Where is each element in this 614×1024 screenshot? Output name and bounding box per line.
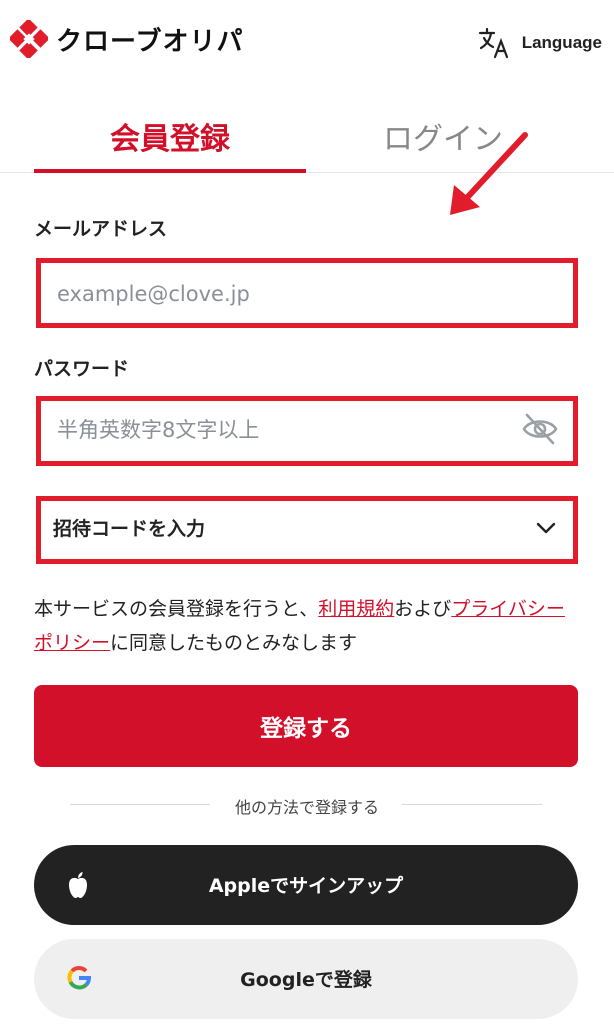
- language-button[interactable]: Language: [478, 26, 602, 60]
- logo[interactable]: クローブオリパ: [10, 20, 243, 58]
- register-button[interactable]: 登録する: [34, 685, 578, 767]
- chevron-down-icon: [536, 522, 556, 534]
- apple-button-label: Appleでサインアップ: [208, 875, 404, 897]
- active-tab-indicator: [34, 169, 306, 173]
- red-arrow-icon: [450, 132, 528, 215]
- email-input[interactable]: [55, 263, 519, 325]
- email-field-wrapper: [36, 258, 578, 328]
- terms-middle: および: [394, 598, 452, 620]
- terms-notice: 本サービスの会員登録を行うと、利用規約およびプライバシーポリシーに同意したものと…: [34, 592, 582, 660]
- email-label: メールアドレス: [34, 218, 168, 240]
- translate-icon: [478, 27, 508, 59]
- password-label: パスワード: [34, 358, 130, 380]
- password-field-wrapper: [36, 396, 578, 466]
- apple-signup-button[interactable]: Appleでサインアップ: [34, 845, 578, 925]
- language-label: Language: [521, 33, 602, 52]
- logo-text: クローブオリパ: [56, 26, 244, 57]
- eye-off-icon[interactable]: [521, 411, 559, 447]
- google-button-label: Googleで登録: [240, 969, 372, 991]
- clove-logo-icon: [10, 20, 48, 58]
- google-signup-button[interactable]: Googleで登録: [34, 939, 578, 1019]
- terms-of-service-link[interactable]: 利用規約: [318, 598, 394, 620]
- register-button-label: 登録する: [260, 716, 352, 742]
- header: クローブオリパ Language: [0, 0, 614, 90]
- other-methods-label: 他の方法で登録する: [234, 798, 379, 817]
- terms-suffix: に同意したものとみなします: [110, 632, 358, 654]
- password-input[interactable]: [55, 401, 519, 459]
- terms-prefix: 本サービスの会員登録を行うと、: [34, 598, 319, 620]
- invite-code-label: 招待コードを入力: [53, 518, 206, 540]
- invite-code-select[interactable]: 招待コードを入力: [36, 496, 578, 564]
- tab-register[interactable]: 会員登録: [110, 114, 230, 158]
